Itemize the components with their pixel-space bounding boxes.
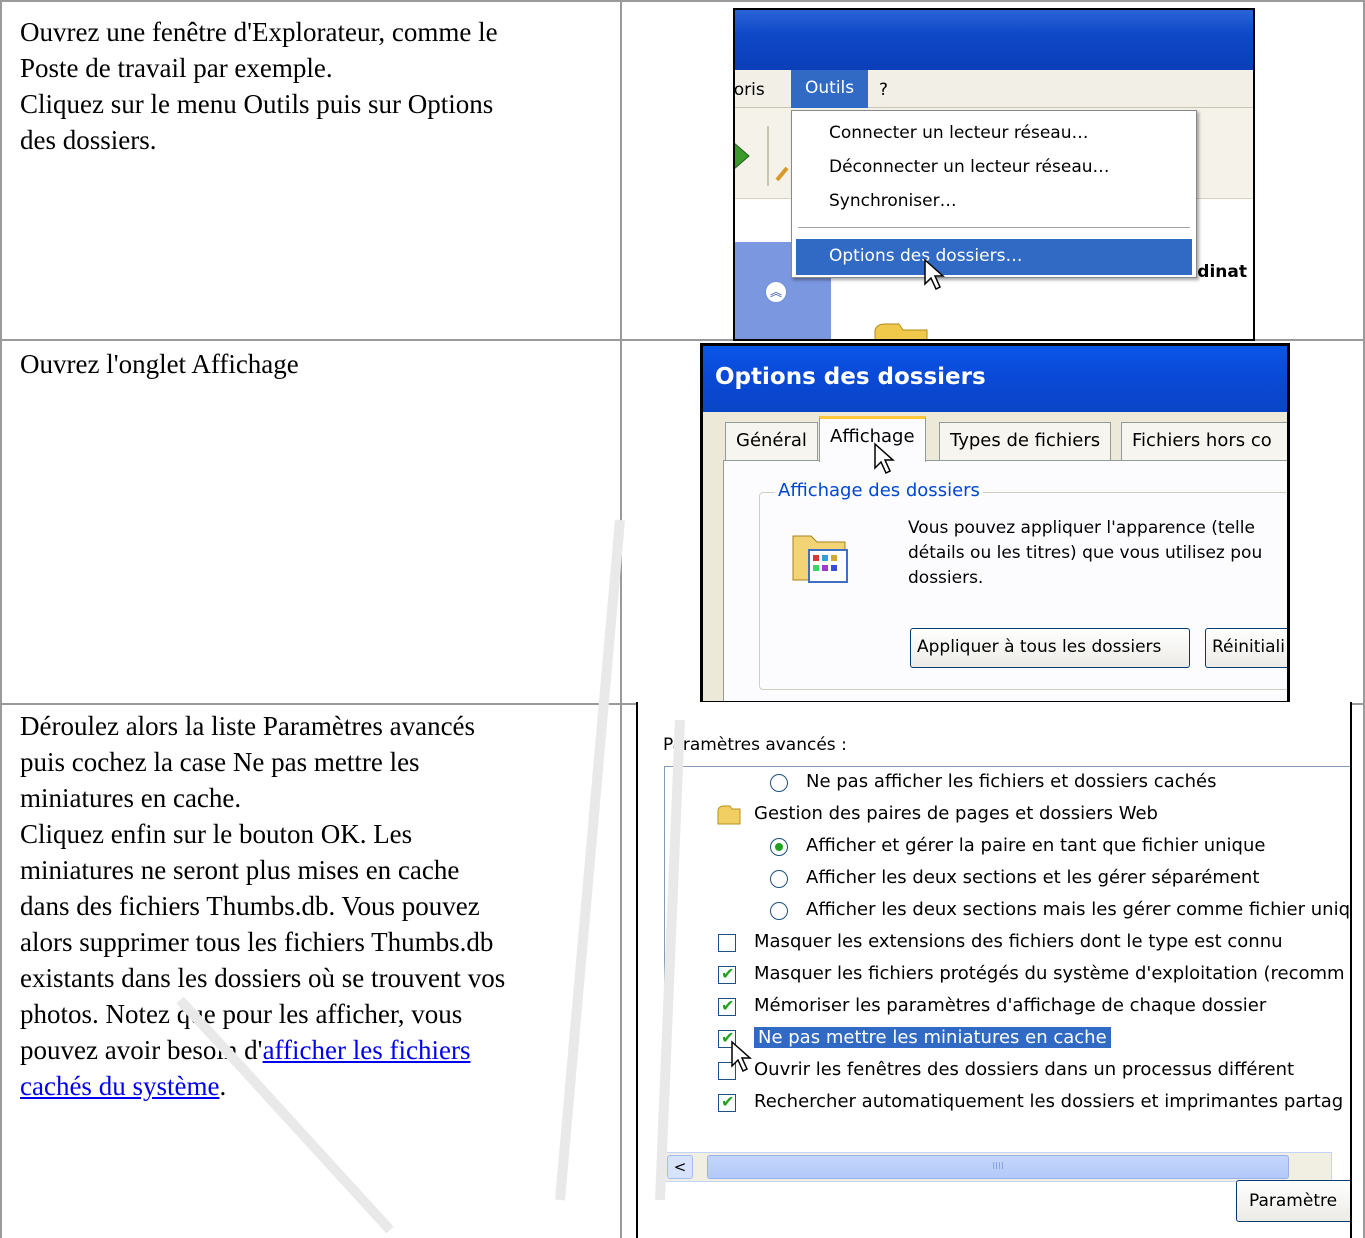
link-part-1[interactable]: afficher les fichiers <box>263 1035 471 1065</box>
collapse-chevron-icon[interactable]: ︽ <box>765 281 787 303</box>
hidden-files-link-continued[interactable]: cachés du système <box>20 1071 219 1101</box>
folder-view-icon <box>792 535 848 583</box>
settings-row-label: Ne pas mettre les miniatures en cache <box>754 1027 1111 1048</box>
step-3-line-5: miniatures ne seront plus mises en cache <box>20 855 460 885</box>
checkbox[interactable] <box>718 964 736 984</box>
folder-options-screenshot: Options des dossiers Général Affichage T… <box>700 343 1290 704</box>
step-3-line-1: Déroulez alors la liste Paramètres avanc… <box>20 711 476 741</box>
settings-row-label: Gestion des paires de pages et dossiers … <box>754 803 1158 824</box>
tab-offline-files[interactable]: Fichiers hors co <box>1121 422 1287 460</box>
link-period: . <box>219 1071 227 1101</box>
outils-dropdown: Connecter un lecteur réseau… Déconnecter… <box>791 110 1197 278</box>
mouse-cursor-icon <box>924 258 945 291</box>
ordinateur-partial-label: dinat <box>1197 262 1247 282</box>
settings-row-label: Ne pas afficher les fichiers et dossiers… <box>806 771 1217 792</box>
radio-button[interactable] <box>770 902 788 920</box>
checkbox[interactable] <box>718 1092 736 1112</box>
step-2-text: Ouvrez l'onglet Affichage <box>20 346 299 382</box>
folder-icon <box>717 805 741 825</box>
menu-help[interactable]: ? <box>879 80 888 100</box>
link-part-2[interactable]: cachés du système <box>20 1071 219 1101</box>
settings-row-label: Afficher et gérer la paire en tant que f… <box>806 835 1266 856</box>
step-1-line-4: des dossiers. <box>20 125 157 155</box>
settings-row-label: Mémoriser les paramètres d'affichage de … <box>754 995 1267 1016</box>
radio-button[interactable] <box>770 838 788 856</box>
back-arrow-icon[interactable] <box>733 138 753 174</box>
settings-row-label: Afficher les deux sections mais les gére… <box>806 899 1350 920</box>
menu-item-synchronize[interactable]: Synchroniser… <box>829 191 957 211</box>
settings-row-label: Masquer les fichiers protégés du système… <box>754 963 1345 984</box>
folder-view-legend: Affichage des dossiers <box>775 480 983 501</box>
step-3-line-8: existants dans les dossiers où se trouve… <box>20 963 506 993</box>
tab-file-types[interactable]: Types de fichiers <box>939 422 1112 460</box>
step-3-text: Déroulez alors la liste Paramètres avanc… <box>20 708 505 1104</box>
step-3-line-6: dans des fichiers Thumbs.db. Vous pouvez <box>20 891 480 921</box>
menu-separator <box>798 227 1190 228</box>
mouse-cursor-icon <box>874 442 895 475</box>
step-3-line-2: puis cochez la case Ne pas mettre les <box>20 747 420 777</box>
menu-item-disconnect-drive[interactable]: Déconnecter un lecteur réseau… <box>829 157 1110 177</box>
step-1-line-1: Ouvrez une fenêtre d'Explorateur, comme … <box>20 17 498 47</box>
step-3-line-9: photos. Notez que pour les afficher, vou… <box>20 999 463 1029</box>
step-1-line-2: Poste de travail par exemple. <box>20 53 333 83</box>
reset-button[interactable]: Réinitiali <box>1205 628 1287 668</box>
menu-item-folder-options[interactable]: Options des dossiers… <box>796 239 1192 275</box>
menu-favoris-partial[interactable]: ioris <box>735 80 765 100</box>
explorer-screenshot: ioris ? Outils ︽ dinat Connecter un lect… <box>733 8 1255 341</box>
step-3-line-10-text: pouvez avoir besoin d' <box>20 1035 263 1065</box>
menu-item-connect-drive[interactable]: Connecter un lecteur réseau… <box>829 123 1089 143</box>
step-3-line-10: pouvez avoir besoin d'afficher les fichi… <box>20 1032 505 1068</box>
advanced-settings-screenshot: Paramètres avancés : Ne pas afficher les… <box>636 702 1352 1238</box>
radio-button[interactable] <box>770 774 788 792</box>
settings-row-label: Afficher les deux sections et les gérer … <box>806 867 1260 888</box>
step-3-line-4: Cliquez enfin sur le bouton OK. Les <box>20 819 413 849</box>
hidden-files-link[interactable]: afficher les fichiers <box>263 1035 471 1065</box>
tab-general[interactable]: Général <box>725 422 818 460</box>
column-divider <box>620 0 622 1238</box>
dialog-title: Options des dossiers <box>715 364 986 390</box>
explorer-title-bar <box>735 10 1253 70</box>
step-2-line-1: Ouvrez l'onglet Affichage <box>20 349 299 379</box>
folder-icon <box>874 323 928 339</box>
advanced-settings-header: Paramètres avancés : <box>663 735 847 755</box>
settings-row-label: Masquer les extensions des fichiers dont… <box>754 931 1283 952</box>
settings-row-label: Ouvrir les fenêtres des dossiers dans un… <box>754 1059 1295 1080</box>
scroll-left-icon[interactable]: < <box>667 1155 693 1179</box>
pencil-icon <box>775 166 789 182</box>
table-border-top <box>0 0 1365 2</box>
parameters-button[interactable]: Paramètre <box>1236 1180 1350 1222</box>
step-1-line-3: Cliquez sur le menu Outils puis sur Opti… <box>20 89 494 119</box>
step-1-text: Ouvrez une fenêtre d'Explorateur, comme … <box>20 14 498 158</box>
radio-button[interactable] <box>770 870 788 888</box>
folder-view-description: Vous pouvez appliquer l'apparence (telle… <box>908 518 1263 588</box>
step-3-line-3: miniatures en cache. <box>20 783 242 813</box>
menu-outils[interactable]: Outils <box>791 70 869 108</box>
table-border-left <box>0 0 2 1238</box>
checkbox[interactable] <box>718 996 736 1016</box>
checkbox[interactable] <box>718 934 736 952</box>
horizontal-scrollbar[interactable]: < IIII <box>664 1152 1332 1182</box>
settings-row-label: Rechercher automatiquement les dossiers … <box>754 1091 1344 1112</box>
scroll-thumb[interactable]: IIII <box>707 1155 1289 1179</box>
step-3-line-7: alors supprimer tous les fichiers Thumbs… <box>20 927 494 957</box>
step-3-line-11: cachés du système. <box>20 1068 505 1104</box>
mouse-cursor-icon <box>731 1040 752 1073</box>
dialog-title-bar: Options des dossiers <box>703 346 1287 412</box>
apply-to-all-button[interactable]: Appliquer à tous les dossiers <box>910 628 1190 668</box>
toolbar-separator <box>767 126 769 186</box>
